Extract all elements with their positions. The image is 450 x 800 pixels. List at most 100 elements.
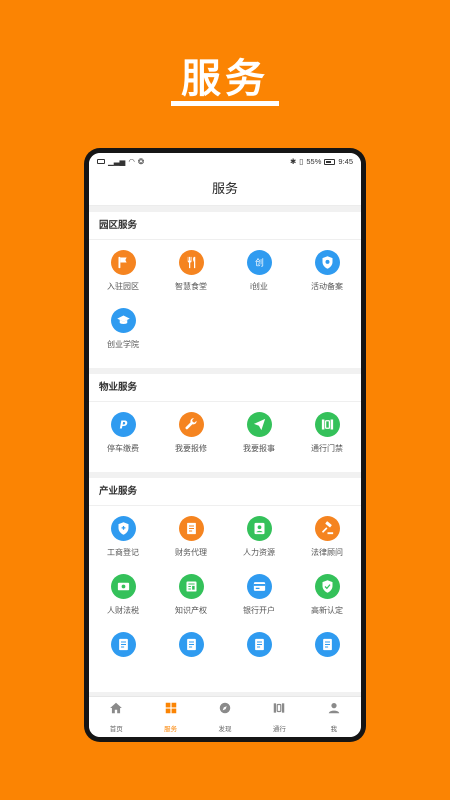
tab-grid[interactable]: 服务	[143, 697, 197, 737]
service-item[interactable]	[157, 630, 225, 688]
signal-icon: ▁▃▅	[108, 157, 126, 166]
notification-icon	[97, 159, 105, 164]
home-icon	[109, 701, 123, 720]
service-item[interactable]: 智慧食堂	[157, 248, 225, 306]
service-item-label: 活动备案	[311, 282, 343, 291]
compass-icon	[218, 701, 232, 720]
service-item[interactable]: 知识产权	[157, 572, 225, 630]
tab-label: 通行	[272, 726, 286, 733]
service-item[interactable]: 高新认定	[293, 572, 361, 630]
bank-card-icon	[246, 574, 272, 599]
service-item-label: 入驻园区	[107, 282, 139, 291]
ledger-icon	[178, 516, 204, 541]
service-list[interactable]: 园区服务 入驻园区 智慧食堂 创 i创业 活动备案 创业学院 物业服务 P 停车缴费 我要报修 我要报…	[89, 206, 361, 696]
service-item-label: 知识产权	[175, 606, 207, 615]
service-item-label: i创业	[250, 282, 268, 291]
nav-bar: 服务	[89, 170, 361, 206]
service-item[interactable]	[293, 630, 361, 688]
battery-percent: 55%	[306, 157, 322, 166]
send-icon	[246, 412, 272, 437]
person-icon	[246, 516, 272, 541]
wifi-icon: ◠	[128, 157, 135, 166]
phone-frame: ▁▃▅ ◠ ❂ ✱ ▯ 55% 9:45 服务 园区服务 入驻园区 智慧食堂 创 i创业…	[84, 148, 366, 742]
page-title: 服务	[211, 181, 238, 196]
status-bar: ▁▃▅ ◠ ❂ ✱ ▯ 55% 9:45	[89, 153, 361, 170]
service-item[interactable]: 我要报修	[157, 410, 225, 468]
service-item-label: 智慧食堂	[175, 282, 207, 291]
service-grid: 工商登记 财务代理 人力资源 法律顾问人财法税 知识产权 银行开户 高新认定	[89, 506, 361, 692]
service-item[interactable]: 活动备案	[293, 248, 361, 306]
user-icon	[327, 701, 341, 720]
service-item-label: 停车缴费	[107, 444, 139, 453]
service-item[interactable]: 通行门禁	[293, 410, 361, 468]
service-item[interactable]: 银行开户	[225, 572, 293, 630]
grid-icon	[164, 701, 178, 720]
phone-screen: ▁▃▅ ◠ ❂ ✱ ▯ 55% 9:45 服务 园区服务 入驻园区 智慧食堂 创 i创业…	[89, 153, 361, 737]
newspaper-icon	[178, 574, 204, 599]
badge-icon	[314, 250, 340, 275]
tab-label: 服务	[164, 726, 178, 733]
tab-compass[interactable]: 发现	[198, 697, 252, 737]
tab-label: 发现	[218, 726, 232, 733]
service-item[interactable]: 我要报事	[225, 410, 293, 468]
utensils-icon	[178, 250, 204, 275]
tab-label: 我	[330, 726, 338, 733]
clock: 9:45	[338, 157, 353, 166]
service-item[interactable]: 财务代理	[157, 514, 225, 572]
service-section: 产业服务工商登记 财务代理 人力资源 法律顾问人财法税 知识产权 银行开户 高新认定	[89, 478, 361, 692]
service-grid: P 停车缴费 我要报修 我要报事 通行门禁	[89, 402, 361, 472]
document-icon	[178, 632, 204, 657]
svg-text:创: 创	[255, 257, 264, 269]
tab-bar: 首页 服务 发现 通行 我	[89, 696, 361, 737]
service-item-label: 人力资源	[243, 548, 275, 557]
service-item[interactable]: 法律顾问	[293, 514, 361, 572]
service-section: 园区服务 入驻园区 智慧食堂 创 i创业 活动备案 创业学院	[89, 212, 361, 368]
wrench-icon	[178, 412, 204, 437]
chuang-icon: 创	[246, 250, 272, 275]
gavel-icon	[314, 516, 340, 541]
flag-icon	[110, 250, 136, 275]
service-item-label: 银行开户	[243, 606, 275, 615]
service-item-label: 我要报修	[175, 444, 207, 453]
service-item[interactable]	[225, 630, 293, 688]
service-item-label: 工商登记	[107, 548, 139, 557]
document-icon	[110, 632, 136, 657]
promo-title: 服务	[181, 57, 269, 101]
promo-underline	[171, 101, 279, 106]
service-item-label: 通行门禁	[311, 444, 343, 453]
shield-icon	[110, 516, 136, 541]
tab-label: 首页	[109, 726, 123, 733]
service-item[interactable]	[89, 630, 157, 688]
service-item-label: 我要报事	[243, 444, 275, 453]
service-item-label: 财务代理	[175, 548, 207, 557]
document-icon	[246, 632, 272, 657]
service-section: 物业服务 P 停车缴费 我要报修 我要报事 通行门禁	[89, 374, 361, 472]
section-title: 产业服务	[89, 478, 361, 506]
service-item-label: 法律顾问	[311, 548, 343, 557]
parking-icon: P	[110, 412, 136, 437]
service-item[interactable]: 入驻园区	[89, 248, 157, 306]
service-grid: 入驻园区 智慧食堂 创 i创业 活动备案创业学院	[89, 240, 361, 368]
bluetooth-icon: ✱	[289, 157, 297, 166]
tab-user[interactable]: 我	[307, 697, 361, 737]
battery-icon	[324, 158, 336, 165]
service-item[interactable]: 工商登记	[89, 514, 157, 572]
tab-gate[interactable]: 通行	[252, 697, 306, 737]
gate-icon	[314, 412, 340, 437]
section-title: 物业服务	[89, 374, 361, 402]
service-item[interactable]: 创业学院	[89, 306, 157, 364]
money-icon	[110, 574, 136, 599]
graduation-cap-icon	[110, 308, 136, 333]
service-item[interactable]: 人财法税	[89, 572, 157, 630]
service-item[interactable]: 人力资源	[225, 514, 293, 572]
sync-icon: ❂	[137, 157, 145, 166]
service-item[interactable]: P 停车缴费	[89, 410, 157, 468]
service-item-label: 创业学院	[107, 340, 139, 349]
tab-home[interactable]: 首页	[89, 697, 143, 737]
service-item[interactable]: 创 i创业	[225, 248, 293, 306]
gate-icon	[272, 701, 286, 720]
check-shield-icon	[314, 574, 340, 599]
vibrate-icon: ▯	[299, 157, 304, 166]
service-item-label: 人财法税	[107, 606, 139, 615]
service-item-label: 高新认定	[311, 606, 343, 615]
